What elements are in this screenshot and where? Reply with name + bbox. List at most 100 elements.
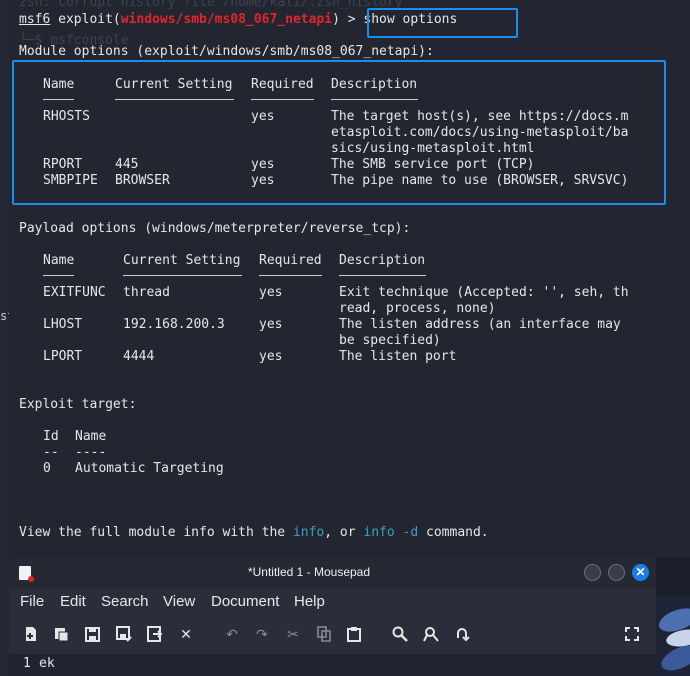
module-header-description: Description [331, 77, 418, 92]
window-title: *Untitled 1 - Mousepad [247, 565, 371, 579]
prompt-exploit: exploit( [58, 12, 121, 27]
mousepad-titlebar[interactable]: *Untitled 1 - Mousepad ✕ [9, 558, 656, 588]
target-dash-name: ---- [75, 445, 107, 460]
target-name: Automatic Targeting [75, 461, 224, 476]
prompt-arrow: > [347, 12, 356, 27]
option-description: The SMB service port (TCP) [331, 157, 535, 172]
payload-name: EXITFUNC [43, 285, 106, 300]
prompt-prefix: msf6 [19, 12, 51, 27]
editor-text[interactable]: ek [39, 656, 55, 671]
payload-description: Exit technique (Accepted: '', seh, th [339, 285, 629, 300]
info-d-command: info -d [363, 525, 419, 540]
payload-setting: thread [123, 285, 170, 300]
header-underline [331, 99, 418, 100]
payload-setting: 192.168.200.3 [123, 317, 225, 332]
copy-icon[interactable] [314, 624, 334, 644]
fullscreen-icon[interactable] [622, 624, 642, 644]
payload-name: LHOST [43, 317, 83, 332]
close-window-button[interactable]: ✕ [632, 564, 649, 581]
menu-edit[interactable]: Edit [60, 593, 86, 610]
payload-required: yes [259, 317, 283, 332]
menu-search[interactable]: Search [101, 593, 149, 610]
save-icon[interactable] [82, 624, 102, 644]
menu-help[interactable]: Help [294, 593, 325, 610]
header-underline [43, 99, 74, 100]
payload-header-name: Name [43, 253, 75, 268]
module-header-required: Required [251, 77, 314, 92]
cut-icon[interactable]: ✂ [283, 624, 303, 644]
option-setting: 445 [115, 157, 139, 172]
module-options-heading: Module options (exploit/windows/smb/ms08… [19, 44, 434, 59]
option-required: yes [251, 157, 275, 172]
desktop-wallpaper-corner [656, 596, 690, 676]
module-header-setting: Current Setting [115, 77, 233, 92]
payload-description: read, process, none) [339, 301, 496, 316]
payload-description: The listen address (an interface may [339, 317, 621, 332]
prompt-module: windows/smb/ms08_067_netapi [120, 12, 333, 27]
close-icon[interactable]: ✕ [176, 624, 196, 644]
line-number: 1 [23, 656, 31, 671]
new-window-icon[interactable] [51, 624, 71, 644]
target-id: 0 [43, 461, 51, 476]
payload-header-description: Description [339, 253, 426, 268]
payload-required: yes [259, 285, 283, 300]
option-description: The target host(s), see https://docs.m [331, 109, 629, 124]
payload-description: The listen port [339, 349, 457, 364]
undo-icon[interactable]: ↶ [222, 624, 242, 644]
editor-area[interactable]: 1 ek [9, 654, 656, 676]
prompt-close: ) [332, 12, 340, 27]
target-header-id: Id [43, 429, 59, 444]
module-header-name: Name [43, 77, 75, 92]
save-as-icon[interactable] [114, 624, 134, 644]
target-dash-id: -- [43, 445, 59, 460]
payload-header-setting: Current Setting [123, 253, 241, 268]
ghost-history-line: zsh: corrupt history file /home/kali/.zs… [19, 0, 403, 10]
find-icon[interactable] [390, 624, 410, 644]
exploit-target-heading: Exploit target: [19, 397, 137, 412]
header-underline [259, 275, 322, 276]
menu-document[interactable]: Document [211, 593, 279, 610]
header-underline [43, 275, 74, 276]
option-name: SMBPIPE [43, 173, 98, 188]
option-name: RPORT [43, 157, 83, 172]
option-description: etasploit.com/docs/using-metasploit/ba [331, 125, 629, 140]
payload-header-required: Required [259, 253, 322, 268]
hint-text: View the full module info with the [19, 525, 293, 540]
header-underline [251, 99, 314, 100]
go-to-icon[interactable] [452, 624, 472, 644]
module-info-hint: View the full module info with the info,… [19, 525, 489, 541]
header-underline [115, 99, 234, 100]
target-header-name: Name [75, 429, 107, 444]
option-setting: BROWSER [115, 173, 170, 188]
reload-icon[interactable] [145, 624, 165, 644]
option-required: yes [251, 109, 275, 124]
command-highlight-box [367, 8, 518, 38]
info-command: info [292, 525, 325, 540]
option-required: yes [251, 173, 275, 188]
menu-view[interactable]: View [163, 593, 195, 610]
new-document-icon[interactable] [21, 624, 41, 644]
payload-required: yes [259, 349, 283, 364]
close-x-icon: ✕ [635, 565, 646, 579]
terminal-window[interactable]: zsh: corrupt history file /home/kali/.zs… [9, 0, 690, 558]
toolbar: ✕ ↶ ↷ ✂ [9, 620, 656, 648]
desktop-background-left: st [0, 0, 14, 676]
option-description: The pipe name to use (BROWSER, SRVSVC) [331, 173, 629, 188]
header-underline [339, 275, 426, 276]
hint-text: command. [418, 525, 489, 540]
paste-icon[interactable] [344, 624, 364, 644]
payload-description: be specified) [339, 333, 441, 348]
redo-icon[interactable]: ↷ [252, 624, 272, 644]
option-name: RHOSTS [43, 109, 90, 124]
header-underline [123, 275, 242, 276]
payload-name: LPORT [43, 349, 83, 364]
payload-setting: 4444 [123, 349, 155, 364]
maximize-button[interactable] [608, 564, 625, 581]
minimize-button[interactable] [584, 564, 601, 581]
option-description: sics/using-metasploit.html [331, 141, 535, 156]
find-replace-icon[interactable] [421, 624, 441, 644]
menu-file[interactable]: File [20, 593, 44, 610]
mousepad-window: *Untitled 1 - Mousepad ✕ File Edit Searc… [9, 558, 656, 676]
payload-options-heading: Payload options (windows/meterpreter/rev… [19, 221, 411, 236]
hint-text: , or [324, 525, 364, 540]
